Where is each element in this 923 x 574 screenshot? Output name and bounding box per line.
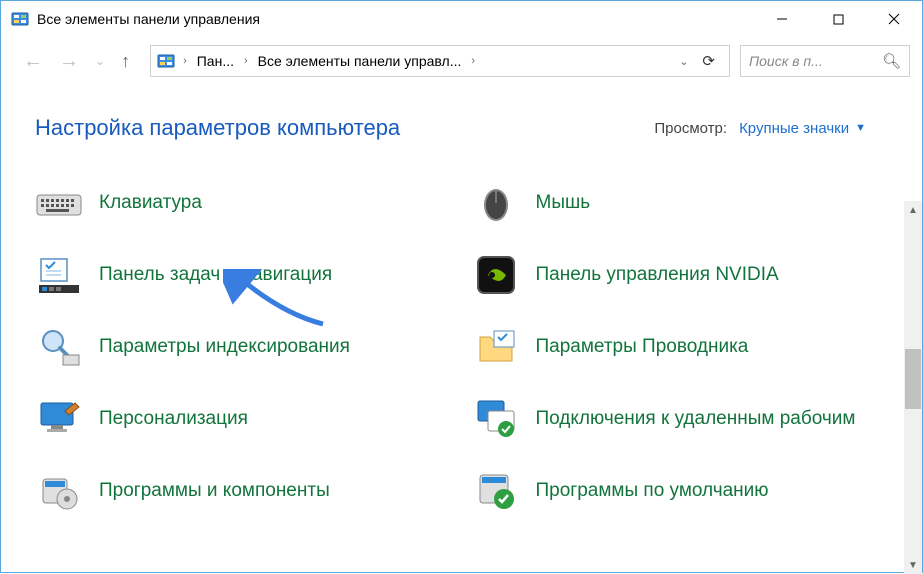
item-label: Клавиатура [99, 191, 202, 216]
search-input[interactable] [749, 53, 869, 69]
window-controls [754, 1, 922, 37]
address-bar[interactable]: › Пан... › Все элементы панели управл...… [150, 45, 730, 77]
item-mouse[interactable]: Мышь [472, 179, 909, 227]
item-label: Панель задач и навигация [99, 263, 332, 288]
item-label: Параметры Проводника [536, 335, 749, 360]
address-dropdown[interactable]: ⌄ [673, 55, 694, 68]
keyboard-icon [35, 179, 83, 227]
item-nvidia[interactable]: Панель управления NVIDIA [472, 251, 909, 299]
item-label: Панель управления NVIDIA [536, 263, 779, 288]
up-button[interactable]: ↑ [121, 51, 130, 72]
breadcrumb-current[interactable]: Все элементы панели управл... [256, 53, 464, 69]
chevron-down-icon: ▼ [855, 122, 866, 134]
item-taskbar[interactable]: Панель задач и навигация [35, 251, 472, 299]
address-icon [157, 52, 175, 70]
refresh-button[interactable]: ⟳ [698, 52, 723, 70]
item-label: Программы и компоненты [99, 479, 330, 504]
window-title: Все элементы панели управления [37, 11, 260, 27]
search-box[interactable]: 🔍︎ [740, 45, 910, 77]
maximize-button[interactable] [810, 1, 866, 37]
items-grid: Клавиатура Мышь Панель задач и навигация… [1, 151, 922, 515]
nvidia-icon [472, 251, 520, 299]
view-selector-value: Крупные значки [739, 120, 849, 137]
item-explorer[interactable]: Параметры Проводника [472, 323, 909, 371]
chevron-right-icon[interactable]: › [179, 55, 191, 67]
item-label: Подключения к удаленным рабочим [536, 407, 856, 432]
scrollbar[interactable]: ▲ ▼ [904, 201, 922, 574]
mouse-icon [472, 179, 520, 227]
page-title: Настройка параметров компьютера [35, 115, 400, 141]
breadcrumb-root[interactable]: Пан... [195, 53, 236, 69]
item-indexing[interactable]: Параметры индексирования [35, 323, 472, 371]
item-remote[interactable]: Подключения к удаленным рабочим [472, 395, 909, 443]
item-defaults[interactable]: Программы по умолчанию [472, 467, 909, 515]
forward-button[interactable]: → [59, 50, 79, 73]
personalization-icon [35, 395, 83, 443]
scroll-down-button[interactable]: ▼ [904, 556, 922, 574]
indexing-icon [35, 323, 83, 371]
view-selector[interactable]: Крупные значки ▼ [739, 120, 866, 137]
item-personalize[interactable]: Персонализация [35, 395, 472, 443]
scroll-up-button[interactable]: ▲ [904, 201, 922, 219]
titlebar: Все элементы панели управления [1, 1, 922, 37]
item-label: Программы по умолчанию [536, 479, 769, 504]
default-programs-icon [472, 467, 520, 515]
item-programs[interactable]: Программы и компоненты [35, 467, 472, 515]
recent-dropdown[interactable]: ⌄ [95, 54, 105, 68]
close-button[interactable] [866, 1, 922, 37]
item-keyboard[interactable]: Клавиатура [35, 179, 472, 227]
search-icon[interactable]: 🔍︎ [882, 52, 901, 70]
programs-features-icon [35, 467, 83, 515]
taskbar-icon [35, 251, 83, 299]
explorer-options-icon [472, 323, 520, 371]
chevron-right-icon[interactable]: › [467, 55, 479, 67]
navbar: ← → ⌄ ↑ › Пан... › Все элементы панели у… [1, 37, 922, 85]
item-label: Мышь [536, 191, 591, 216]
minimize-button[interactable] [754, 1, 810, 37]
scrollbar-thumb[interactable] [905, 349, 921, 409]
item-label: Параметры индексирования [99, 335, 350, 360]
item-label: Персонализация [99, 407, 248, 432]
view-label: Просмотр: [654, 120, 727, 137]
remote-desktop-icon [472, 395, 520, 443]
chevron-right-icon[interactable]: › [240, 55, 252, 67]
app-icon [11, 10, 29, 28]
back-button[interactable]: ← [23, 50, 43, 73]
